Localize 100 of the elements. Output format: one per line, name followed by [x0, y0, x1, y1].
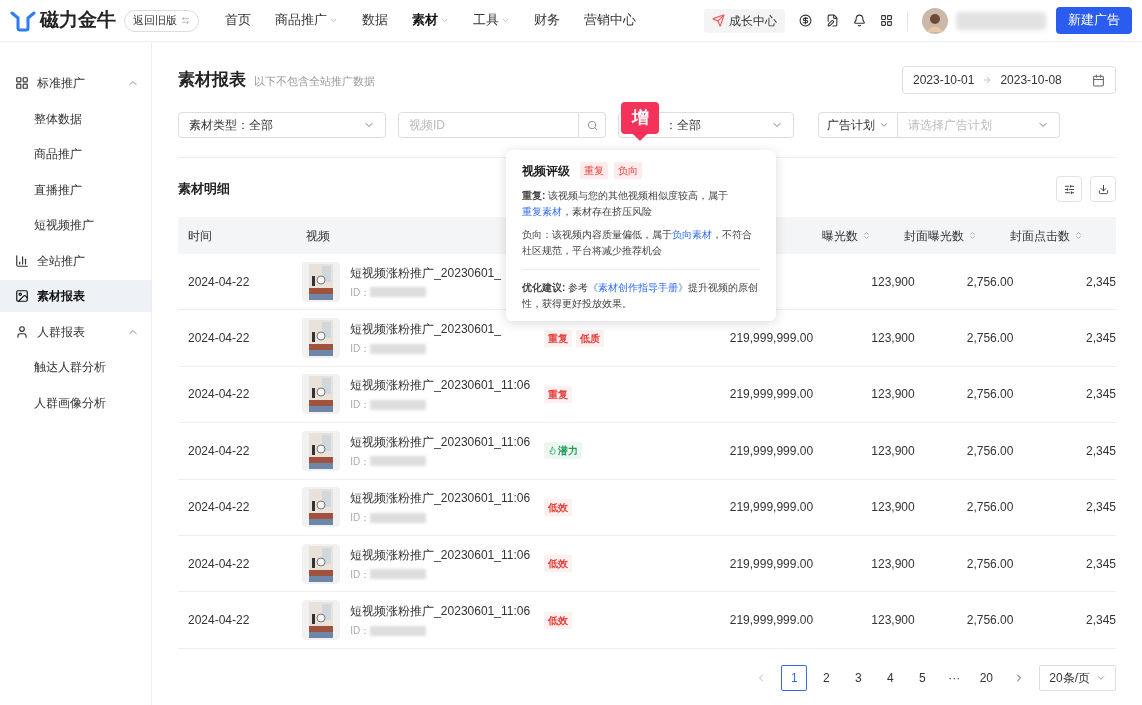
- calendar-icon: [1092, 73, 1105, 87]
- table-cell-text: 219,999,999.00: [728, 612, 814, 630]
- sidebar-item[interactable]: 全站推广: [0, 244, 151, 277]
- rating-tag: 低效: [544, 498, 573, 516]
- logo-icon: [10, 9, 36, 32]
- page-button[interactable]: 3: [845, 664, 872, 691]
- yuan-icon[interactable]: [799, 14, 812, 27]
- nav-item[interactable]: 素材: [412, 11, 449, 30]
- sort-icon: [862, 231, 871, 240]
- apps-icon[interactable]: [880, 14, 893, 27]
- page-size-select[interactable]: 20条/页: [1039, 664, 1116, 691]
- rating-tag: 低效: [544, 611, 573, 629]
- blurred-id: [370, 343, 427, 354]
- id-label: ID：: [350, 285, 371, 300]
- rating-tag: 重复: [580, 162, 608, 179]
- table-cell-text: 123,900: [870, 273, 915, 291]
- sidebar-subitem[interactable]: 触达人群分析: [0, 351, 151, 383]
- sidebar-subitem[interactable]: 短视频推广: [0, 209, 151, 241]
- person-icon: [15, 324, 29, 339]
- table-cell-text: 2024-04-22: [187, 330, 251, 348]
- caret-icon: [501, 16, 510, 25]
- page-subtitle: 以下不包含全站推广数据: [254, 74, 375, 90]
- table-cell-text: 2024-04-22: [187, 386, 251, 404]
- table-cell-text: 2024-04-22: [187, 612, 251, 630]
- swap-icon: [181, 16, 190, 25]
- sortable-column-header[interactable]: 封面曝光数: [871, 226, 977, 245]
- table-cell-text: 2,756.00: [965, 499, 1014, 517]
- table-cell-text: 2,345: [1085, 330, 1116, 348]
- table-cell-text: 219,999,999.00: [728, 442, 814, 460]
- blurred-id: [370, 625, 427, 636]
- download-button[interactable]: [1090, 176, 1116, 202]
- nav-item[interactable]: 商品推广: [275, 11, 338, 30]
- grid-icon: [15, 76, 29, 90]
- table-cell-text: 2,756.00: [965, 330, 1014, 348]
- page-title: 素材报表: [178, 69, 246, 92]
- material-type-select[interactable]: 素材类型：全部: [178, 112, 386, 138]
- id-label: ID：: [350, 454, 371, 469]
- nav-item[interactable]: 数据: [362, 11, 388, 30]
- blurred-id: [370, 569, 427, 580]
- table-cell-text: 2,756.00: [965, 386, 1014, 404]
- rating-tag: 低效: [544, 555, 573, 573]
- growth-center-button[interactable]: 成长中心: [704, 8, 785, 33]
- table-cell-text: 2,756.00: [965, 555, 1014, 573]
- create-ad-button[interactable]: 新建广告: [1056, 7, 1132, 34]
- table-cell-text: 2,345: [1085, 273, 1116, 291]
- sortable-column-header[interactable]: 封面点击数: [977, 226, 1083, 245]
- page-button[interactable]: 2: [813, 664, 840, 691]
- page-button[interactable]: ···: [941, 664, 968, 691]
- ad-plan-type-select[interactable]: 广告计划: [818, 112, 898, 138]
- sidebar-subitem[interactable]: 商品推广: [0, 138, 151, 170]
- table-cell-text: 123,900: [870, 386, 915, 404]
- date-range-picker[interactable]: 2023-10-01 2023-10-08: [902, 66, 1116, 94]
- avatar[interactable]: [922, 7, 948, 34]
- section-title: 素材明细: [178, 180, 230, 199]
- rating-tag: 低质: [576, 329, 605, 347]
- nav-item[interactable]: 首页: [225, 11, 251, 30]
- sidebar-subitem[interactable]: 整体数据: [0, 102, 151, 135]
- description-text: 重复: 该视频与您的其他视频相似度较高，属于 重复素材，素材存在挤压风险: [522, 189, 730, 219]
- sidebar-item[interactable]: 标准推广: [0, 67, 151, 99]
- annotation-badge: 增: [621, 102, 659, 134]
- id-label: ID：: [350, 624, 371, 639]
- suggestion-text: 优化建议: 参考《素材创作指导手册》提升视频的原创性，获得更好投放效果。: [522, 281, 760, 311]
- table-cell-text: 123,900: [870, 499, 915, 517]
- page-button[interactable]: 5: [909, 664, 936, 691]
- link[interactable]: 重复素材: [522, 206, 562, 217]
- flame-icon: [548, 446, 558, 456]
- video-id-field[interactable]: 视频ID: [398, 112, 579, 138]
- table-cell-text: 2024-04-22: [187, 442, 251, 460]
- sortable-column-header[interactable]: 曝光数: [756, 226, 871, 245]
- caret-icon: [440, 16, 449, 25]
- settings-icon: [1063, 183, 1075, 195]
- edit-icon[interactable]: [826, 14, 839, 27]
- table-cell-text: 2,345: [1085, 442, 1116, 460]
- table-cell-text: 123,900: [870, 555, 915, 573]
- id-label: ID：: [350, 398, 371, 413]
- table-cell-text: 123,900: [870, 330, 915, 348]
- sidebar-item[interactable]: 素材报表: [0, 280, 151, 312]
- bell-icon[interactable]: [853, 14, 866, 27]
- nav-item[interactable]: 财务: [534, 11, 560, 30]
- sidebar-subitem[interactable]: 人群画像分析: [0, 386, 151, 419]
- link[interactable]: 负向素材: [672, 229, 712, 240]
- nav-item[interactable]: 营销中心: [584, 11, 636, 30]
- page-button[interactable]: 1: [781, 664, 808, 691]
- video-title: 短视频涨粉推广_20230601_: [350, 321, 501, 339]
- nav-item[interactable]: 工具: [473, 11, 510, 30]
- id-label: ID：: [350, 511, 371, 526]
- arrow-icon: [982, 75, 993, 85]
- table-cell-text: 219,999,999.00: [728, 386, 814, 404]
- search-icon: [586, 119, 598, 131]
- page-button[interactable]: 4: [877, 664, 904, 691]
- link[interactable]: 《素材创作指导手册》: [588, 282, 689, 293]
- sidebar-item[interactable]: 人群报表: [0, 315, 151, 348]
- rating-tag: 负向: [614, 162, 642, 179]
- page-button[interactable]: 20: [973, 664, 1000, 691]
- table-cell-text: 2024-04-22: [187, 499, 251, 517]
- video-title: 短视频涨粉推广_20230601_11:06: [350, 433, 531, 451]
- paper-plane-icon: [712, 14, 725, 27]
- rating-tag: 潜力: [544, 442, 583, 460]
- sidebar-subitem[interactable]: 直播推广: [0, 173, 151, 206]
- settings-button[interactable]: [1056, 176, 1082, 202]
